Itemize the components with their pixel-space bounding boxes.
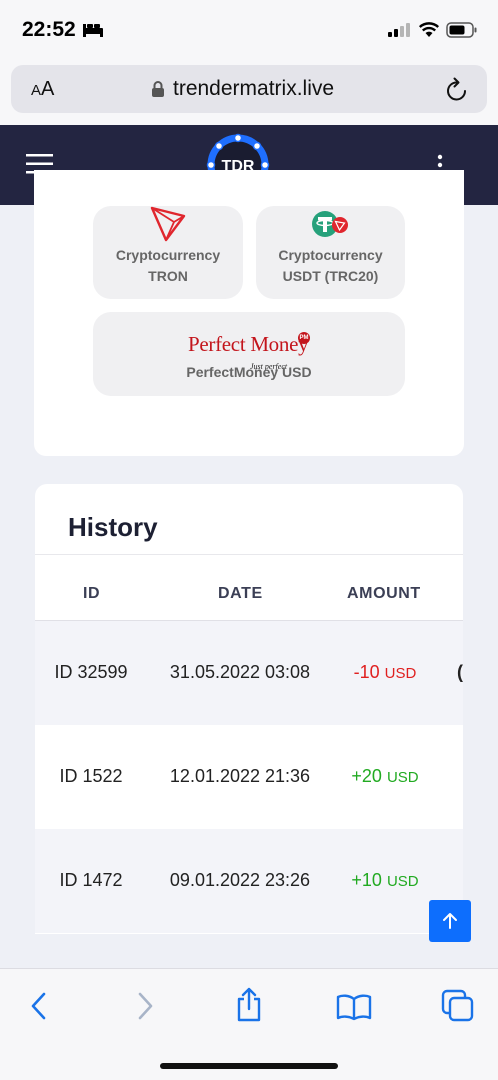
history-card: History ID DATE AMOUNT ID 32599 31.05.20… <box>35 484 463 934</box>
signal-icon <box>388 23 410 37</box>
row-amount: +10 USD <box>351 870 419 890</box>
row-date: 31.05.2022 03:08 <box>169 662 311 682</box>
perfect-money-logo: Perfect Money Just perfect PM <box>188 332 313 371</box>
table-row: ID 1522 12.01.2022 21:36 +20 USD <box>35 725 463 829</box>
lock-icon <box>152 81 164 97</box>
pm-logo-word: Perfect Money <box>188 332 309 356</box>
battery-icon <box>446 22 477 38</box>
payment-option-tron[interactable]: Cryptocurrency TRON <box>93 206 243 299</box>
tabs-icon[interactable] <box>441 989 475 1023</box>
reload-icon[interactable] <box>445 77 469 103</box>
row-date: 09.01.2022 23:26 <box>169 870 311 890</box>
tron-icon <box>150 206 186 242</box>
share-icon[interactable] <box>234 987 264 1023</box>
payment-option-perfectmoney[interactable]: Perfect Money Just perfect PM PerfectMon… <box>93 312 405 396</box>
option-label-line2: USDT (TRC20) <box>282 268 379 284</box>
table-row: ID 1472 09.01.2022 23:26 +10 USD <box>35 829 463 933</box>
bookmarks-icon[interactable] <box>336 993 372 1021</box>
browser-chrome: AA trendermatrix.live <box>0 62 498 125</box>
url-text[interactable]: trendermatrix.live <box>173 77 334 101</box>
scroll-to-top-button[interactable] <box>429 900 471 942</box>
column-header-id: ID <box>83 585 101 602</box>
row-amount: +20 USD <box>351 766 419 786</box>
payment-methods-card: Cryptocurrency TRON Cryptocurrency USDT … <box>34 170 464 456</box>
history-title: History <box>68 512 158 542</box>
option-label-line2: TRON <box>148 268 188 284</box>
text-size-button[interactable]: AA <box>31 78 54 101</box>
option-label-line1: Cryptocurrency <box>278 247 383 263</box>
bed-icon <box>83 24 103 37</box>
wifi-icon <box>418 22 440 37</box>
history-table-header: ID DATE AMOUNT <box>35 554 463 621</box>
column-header-date: DATE <box>218 585 263 602</box>
home-indicator <box>160 1063 338 1069</box>
forward-icon[interactable] <box>134 991 156 1021</box>
address-bar[interactable]: AA trendermatrix.live <box>11 65 487 113</box>
tether-icon <box>311 211 348 237</box>
row-id: ID 1472 <box>59 870 123 890</box>
payment-option-usdt[interactable]: Cryptocurrency USDT (TRC20) <box>256 206 405 299</box>
row-extra-cutoff: ( <box>457 662 463 682</box>
option-label-line1: Cryptocurrency <box>115 247 221 263</box>
status-bar: 22:52 <box>0 0 498 62</box>
column-header-amount: AMOUNT <box>347 585 421 602</box>
row-id: ID 1522 <box>59 766 123 786</box>
row-id: ID 32599 <box>54 662 128 682</box>
arrow-up-icon <box>443 913 457 929</box>
row-date: 12.01.2022 21:36 <box>169 766 311 786</box>
pm-logo-badge: PM <box>298 332 310 344</box>
table-row: ID 32599 31.05.2022 03:08 -10 USD ( <box>35 621 463 725</box>
option-label: PerfectMoney USD <box>186 364 312 380</box>
status-time: 22:52 <box>22 18 76 41</box>
back-icon[interactable] <box>28 991 50 1021</box>
row-amount: -10 USD <box>353 662 417 682</box>
